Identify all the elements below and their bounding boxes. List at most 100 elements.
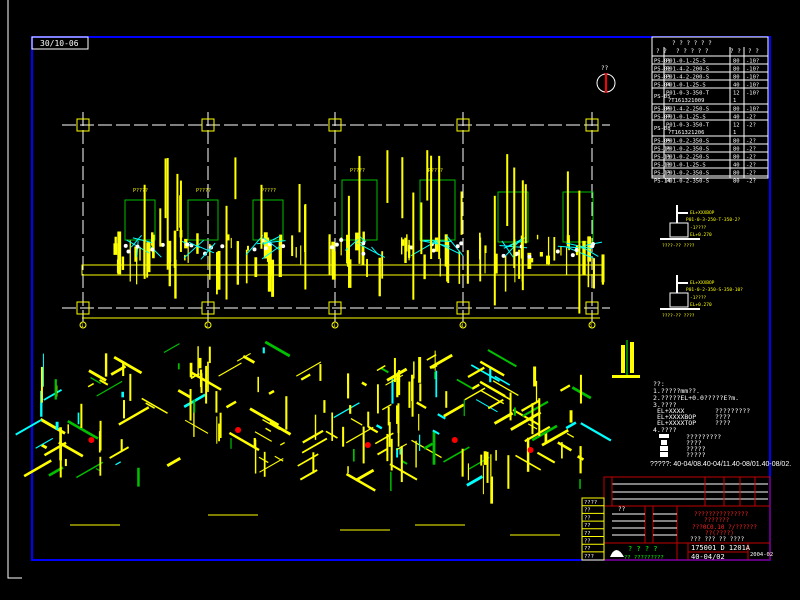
iso-pipe	[345, 426, 374, 444]
iso-riser	[319, 364, 322, 381]
north-arrow-icon: ??	[596, 65, 616, 93]
row-note: -2?	[746, 179, 756, 185]
support-details: EL+XXXBOPP01-0-3-250-T-350-2?-1????EL+0.…	[660, 205, 743, 319]
detail-callout: EL+0.270	[690, 302, 712, 308]
detail-callout: EL+0.270	[690, 232, 712, 238]
pipe-segment	[295, 247, 297, 258]
pipe-segment	[366, 258, 368, 278]
iso-pipe	[225, 400, 237, 409]
iso-pipe	[486, 385, 512, 401]
small-column-detail	[612, 340, 640, 378]
pipe-segment	[348, 259, 352, 288]
iso-pipe	[39, 418, 66, 435]
iso-pipe	[87, 382, 95, 388]
pipe-segment	[173, 230, 177, 268]
iso-valve-icon	[451, 437, 458, 443]
iso-riser	[362, 426, 365, 464]
cad-drawing-canvas[interactable]: 30/10-06 ?? 12345 P???? P???? P????P???? P?…	[0, 0, 800, 600]
iso-pipe	[565, 421, 577, 430]
iso-pipe	[177, 389, 192, 399]
iso-pipe	[88, 369, 107, 382]
iso-riser	[411, 377, 414, 417]
plan-label: P????	[350, 168, 365, 174]
detail-callout: EL+XXXBOP	[690, 280, 715, 286]
iso-pipe	[297, 453, 319, 467]
equipment-outline	[124, 199, 156, 241]
row-sub: ?T161321009	[668, 98, 704, 104]
iso-riser	[400, 445, 403, 483]
iso-pipe	[361, 381, 368, 387]
grid-label: 5	[590, 323, 593, 328]
iso-pipe	[566, 432, 575, 438]
vertical-pipe	[578, 190, 581, 314]
iso-pipe	[300, 373, 311, 381]
iso-riser	[189, 388, 192, 421]
detail-callout: EL+XXXBOP	[690, 210, 715, 216]
valve-icon	[555, 249, 560, 254]
valve-icon	[431, 248, 436, 253]
pipe-segment	[439, 258, 441, 277]
iso-pipe	[375, 424, 383, 430]
row-sub-value: 1	[733, 130, 736, 136]
vertical-pipe	[179, 195, 182, 228]
detail-callout: P01-0-2-350-S-350-10?	[686, 287, 743, 293]
vertical-pipe	[412, 192, 415, 300]
valve-icon	[501, 253, 506, 258]
valve-icon	[361, 251, 366, 256]
iso-riser	[538, 398, 541, 437]
valve-icon	[334, 242, 339, 247]
pipe-segment	[406, 234, 408, 252]
title-left-label: ??	[584, 539, 591, 545]
pipe-segment	[378, 257, 381, 297]
grid-label: 1	[81, 323, 84, 328]
valve-icon	[160, 242, 165, 247]
vertical-pipe	[225, 205, 228, 300]
pipe-segment	[401, 237, 403, 255]
row-line: P01-0-2-350-S	[666, 179, 709, 185]
iso-pipe	[23, 459, 52, 478]
iso-riser	[579, 374, 582, 404]
iso-riser	[205, 365, 208, 404]
iso-pipe	[381, 403, 392, 411]
title-block: ????????????????? ?? ??????????????? ????…	[581, 476, 773, 561]
valve-icon	[574, 248, 579, 253]
support-block	[669, 222, 689, 238]
vertical-pipe	[506, 154, 509, 227]
legend-symbol-icon	[660, 452, 668, 457]
iso-valve-icon	[235, 427, 242, 433]
pipe-segment	[458, 250, 461, 284]
pipe-segment	[114, 236, 117, 245]
iso-pipe	[43, 441, 67, 457]
valve-icon	[330, 245, 335, 250]
grid-label: 4	[461, 323, 464, 328]
vertical-pipe	[513, 167, 516, 268]
pipe-segment	[539, 251, 543, 257]
table-header-line: ? ? ? ? ?	[676, 48, 709, 55]
title-left-label: ??	[584, 531, 591, 537]
iso-pipe	[268, 389, 275, 395]
iso-pipe	[258, 456, 269, 464]
iso-riser	[80, 403, 83, 428]
pipe-segment	[236, 241, 240, 285]
support-block	[669, 292, 689, 308]
pipe-segment	[536, 234, 539, 240]
vertical-pipe	[358, 155, 361, 264]
instrument-line	[356, 242, 386, 258]
iso-pipe	[559, 384, 571, 392]
iso-riser	[99, 420, 102, 451]
row-length: 12	[733, 91, 740, 97]
iso-pipe	[467, 366, 485, 378]
vertical-pipe	[304, 205, 307, 253]
iso-pipe	[299, 469, 318, 481]
iso-pipe	[90, 377, 102, 385]
mid-label: ??	[618, 506, 626, 513]
iso-pipe	[296, 361, 322, 377]
vertical-pipe	[566, 171, 569, 242]
row-length: 80	[733, 179, 740, 185]
iso-pipe	[350, 417, 363, 426]
sheet-edge	[7, 0, 22, 579]
isometric-views	[15, 340, 612, 536]
iso-pipe	[302, 429, 324, 444]
title-left-label: ??	[584, 523, 591, 529]
iso-pipe	[416, 401, 427, 410]
